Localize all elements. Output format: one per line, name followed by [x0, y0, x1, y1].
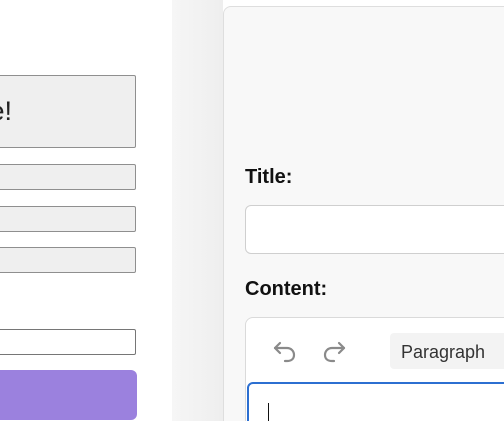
left-readonly-field-3 [0, 247, 136, 273]
left-title-box: e! [0, 75, 136, 148]
content-editable-area[interactable] [247, 382, 504, 421]
left-title-text: e! [0, 96, 12, 127]
panel-divider [172, 0, 223, 421]
title-input[interactable] [245, 205, 504, 254]
left-readonly-field-2 [0, 206, 136, 232]
block-type-label: Paragraph [401, 342, 486, 362]
redo-icon[interactable] [320, 337, 348, 365]
left-readonly-field-1 [0, 164, 136, 190]
block-type-select[interactable]: Paragraph [390, 333, 504, 369]
undo-icon[interactable] [271, 337, 299, 365]
title-label: Title: [245, 166, 293, 188]
left-text-input[interactable] [0, 329, 136, 355]
left-title-fragment: e! [0, 96, 12, 126]
left-submit-button[interactable] [0, 370, 137, 420]
page: e! Title: Content: Paragraph [0, 0, 504, 421]
text-caret [268, 403, 269, 421]
content-label: Content: [245, 278, 328, 300]
left-form-panel: e! [0, 0, 172, 421]
